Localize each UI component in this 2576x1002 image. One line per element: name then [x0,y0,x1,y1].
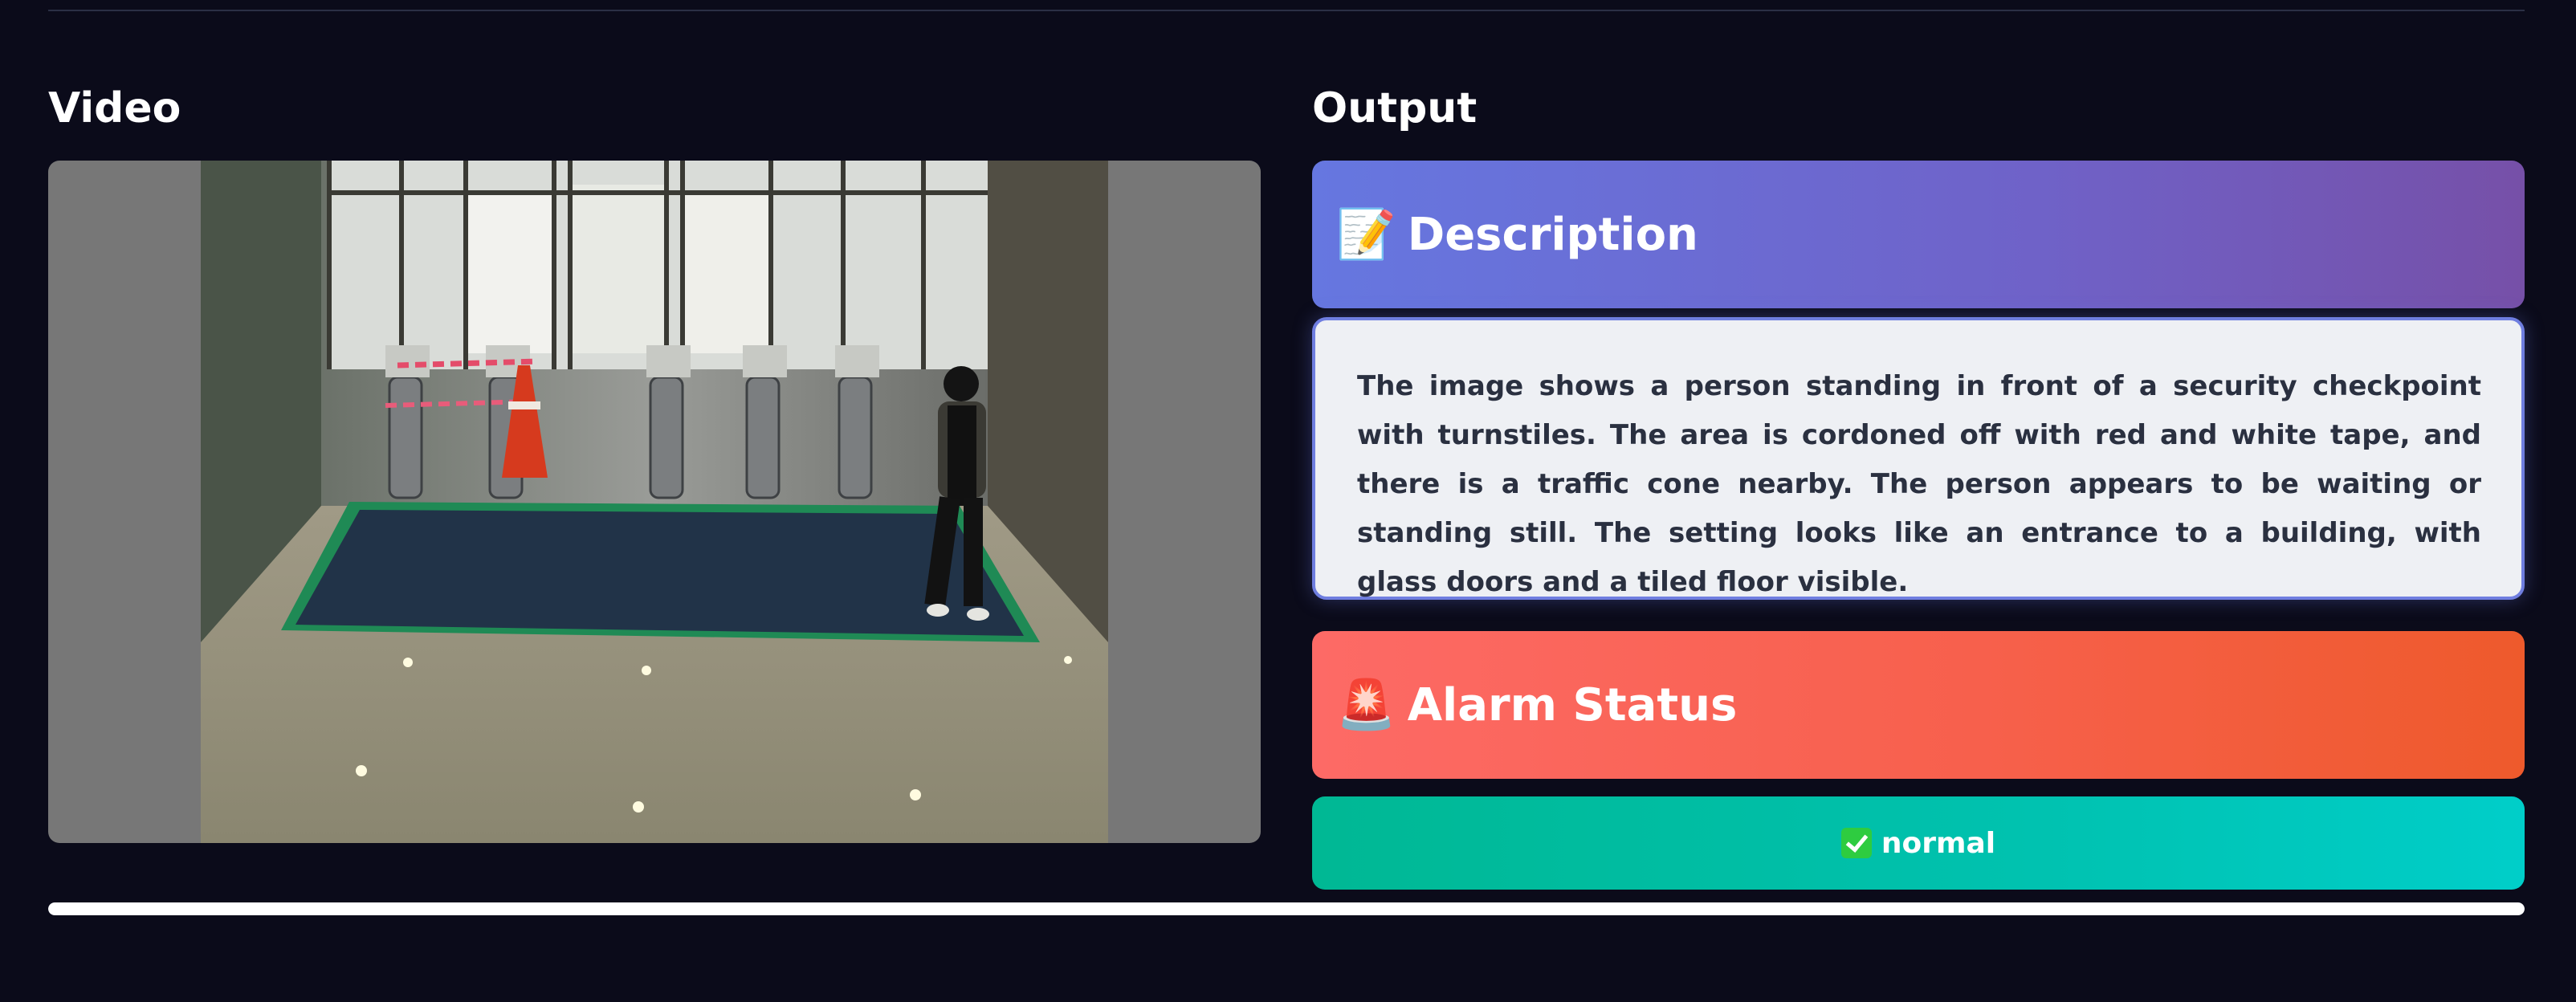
description-header: 📝 Description [1312,161,2525,308]
video-player[interactable] [48,161,1261,843]
alarm-status-value: normal [1881,826,1996,860]
progress-bar-fill [48,902,2525,915]
check-mark-icon [1840,828,1872,858]
video-title: Video [48,84,181,132]
alarm-status-header: 🚨 Alarm Status [1312,631,2525,779]
video-frame [201,161,1108,843]
alarm-status-badge: normal [1312,796,2525,890]
description-text: The image shows a person standing in fro… [1312,317,2525,600]
memo-icon: 📝 [1336,206,1396,263]
siren-icon: 🚨 [1336,677,1396,733]
description-label: Description [1407,208,1698,261]
progress-bar [48,902,2525,915]
video-frame-image [201,161,1108,843]
output-title: Output [1312,84,1478,132]
alarm-status-label: Alarm Status [1407,678,1738,731]
top-divider [48,10,2525,11]
